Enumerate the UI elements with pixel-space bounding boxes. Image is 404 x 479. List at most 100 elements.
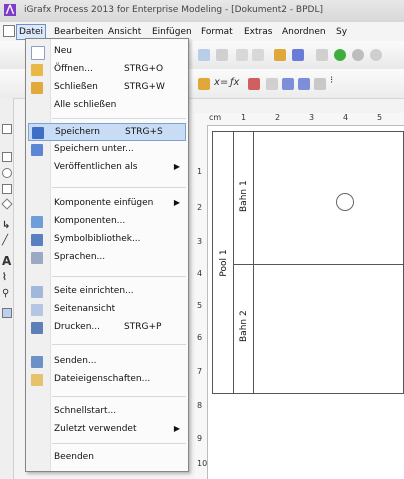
file-properties-icon	[31, 374, 43, 386]
menu-item-schnellstart[interactable]: Schnellstart...	[28, 403, 186, 421]
formula-icon[interactable]: x=	[214, 77, 228, 88]
diamond-tool-icon[interactable]	[1, 198, 13, 210]
menu-einfuegen[interactable]: Einfügen	[150, 25, 194, 39]
circle-outline-icon[interactable]	[370, 49, 382, 61]
rectangle-tool-icon[interactable]	[2, 184, 12, 194]
freeform-tool-icon[interactable]: ⌇	[2, 272, 7, 283]
menu-item-seitenansicht[interactable]: Seitenansicht	[28, 301, 186, 319]
menu-item-speichern-unter[interactable]: Speichern unter...	[28, 141, 186, 159]
menu-item-zuletzt-verwendet[interactable]: Zuletzt verwendet ▶	[28, 421, 186, 439]
menu-separator	[52, 443, 186, 444]
symbol-library-icon	[31, 234, 43, 246]
menu-item-senden[interactable]: Senden...	[28, 353, 186, 371]
function-icon[interactable]: ƒx	[230, 77, 239, 88]
submenu-arrow-icon: ▶	[173, 424, 180, 433]
vertical-ruler: 1 2 3 4 5 6 7 8 9 10	[195, 125, 208, 479]
ruler-label: 2	[197, 203, 203, 212]
brush-icon[interactable]	[216, 49, 228, 61]
menu-item-label: Alle schließen	[54, 100, 117, 110]
fill-icon[interactable]	[198, 78, 210, 90]
ruler-label: 10	[197, 459, 208, 468]
start-event-shape[interactable]	[336, 193, 354, 211]
ruler-label: 1	[241, 113, 247, 122]
page-icon[interactable]	[266, 78, 278, 90]
menu-item-label: Drucken...	[54, 322, 100, 332]
menu-item-symbolbibliothek[interactable]: Symbolbibliothek...	[28, 231, 186, 249]
menu-sy[interactable]: Sy	[334, 25, 349, 39]
menu-item-oeffnen[interactable]: Öffnen... STRG+O	[28, 61, 186, 79]
lane-header-column[interactable]	[234, 131, 254, 394]
filter-icon[interactable]	[248, 78, 260, 90]
ruler-label: 1	[197, 167, 203, 176]
menu-item-komponenten[interactable]: Komponenten...	[28, 213, 186, 231]
undo-icon[interactable]	[236, 49, 248, 61]
align-icon[interactable]	[314, 78, 326, 90]
pen-icon[interactable]	[292, 49, 304, 61]
circle-icon[interactable]	[352, 49, 364, 61]
pool-tool-icon[interactable]	[2, 308, 12, 318]
menu-separator	[52, 396, 186, 397]
submenu-arrow-icon: ▶	[173, 162, 180, 171]
menu-item-label: Seite einrichten...	[54, 286, 134, 296]
ruler-label: 7	[197, 367, 203, 376]
group-icon[interactable]	[282, 78, 294, 90]
menu-format[interactable]: Format	[199, 25, 235, 39]
menu-item-neu[interactable]: Neu	[28, 43, 186, 61]
add-icon[interactable]	[334, 49, 346, 61]
paste-icon[interactable]	[198, 49, 210, 61]
menu-bearbeiten[interactable]: Bearbeiten	[52, 25, 105, 39]
file-menu-dropdown: Neu Öffnen... STRG+O Schließen STRG+W Al…	[25, 38, 189, 472]
menu-anordnen[interactable]: Anordnen	[280, 25, 328, 39]
menu-extras[interactable]: Extras	[242, 25, 274, 39]
menu-item-label: Dateieigenschaften...	[54, 374, 151, 384]
menu-item-dateieigenschaften[interactable]: Dateieigenschaften...	[28, 371, 186, 389]
connector-tool-icon[interactable]: ↳	[2, 220, 10, 231]
menu-item-veroeffentlichen-als[interactable]: Veröffentlichen als ▶	[28, 159, 186, 177]
left-toolbox: ↳ ╱ A ⌇ ⚲	[0, 98, 14, 479]
ruler-label: 3	[197, 237, 203, 246]
table-icon[interactable]	[298, 78, 310, 90]
menu-item-alle-schliessen[interactable]: Alle schließen	[28, 97, 186, 115]
menu-item-seite-einrichten[interactable]: Seite einrichten...	[28, 283, 186, 301]
line-tool-icon[interactable]: ╱	[2, 235, 8, 246]
close-folder-icon	[31, 82, 43, 94]
ruler-label: 5	[197, 301, 203, 310]
components-icon	[31, 216, 43, 228]
menu-separator	[52, 344, 186, 345]
send-icon	[31, 356, 43, 368]
document-icon[interactable]	[3, 25, 15, 37]
menu-item-label: Speichern unter...	[54, 144, 134, 154]
menu-item-schliessen[interactable]: Schließen STRG+W	[28, 79, 186, 97]
dropdown-icon[interactable]: ⁝	[330, 75, 333, 86]
menu-separator	[52, 276, 186, 277]
page-setup-icon	[31, 286, 43, 298]
window-tool-icon[interactable]	[2, 152, 12, 162]
zoom-tool-icon[interactable]: ⚲	[2, 288, 9, 299]
text-tool-icon[interactable]: A	[2, 254, 11, 268]
connector-icon[interactable]	[316, 49, 328, 61]
menu-ansicht[interactable]: Ansicht	[106, 25, 143, 39]
menu-item-drucken[interactable]: Drucken... STRG+P	[28, 319, 186, 337]
menu-item-beenden[interactable]: Beenden	[28, 449, 186, 467]
ruler-label: 9	[197, 434, 203, 443]
shape-icon[interactable]	[274, 49, 286, 61]
title-bar: ⋀ iGrafx Process 2013 for Enterprise Mod…	[0, 0, 404, 23]
ruler-label: 3	[309, 113, 315, 122]
menu-item-shortcut: STRG+S	[125, 127, 163, 137]
ruler-label: 8	[197, 401, 203, 410]
ruler-label: 6	[197, 333, 203, 342]
menu-item-sprachen[interactable]: Sprachen...	[28, 249, 186, 267]
menu-item-label: Öffnen...	[54, 64, 93, 74]
menu-item-shortcut: STRG+P	[124, 322, 162, 332]
menu-item-label: Beenden	[54, 452, 94, 462]
menu-item-speichern[interactable]: Speichern STRG+S	[28, 123, 186, 141]
pointer-tool-icon[interactable]	[2, 124, 12, 134]
menu-item-shortcut: STRG+O	[124, 64, 164, 74]
ellipse-tool-icon[interactable]	[2, 168, 12, 178]
horizontal-ruler: cm 1 2 3 4 5	[195, 113, 404, 126]
menu-item-label: Symbolbibliothek...	[54, 234, 141, 244]
menu-item-label: Senden...	[54, 356, 97, 366]
ruler-label: 5	[377, 113, 383, 122]
redo-icon[interactable]	[252, 49, 264, 61]
menu-item-komponente-einfuegen[interactable]: Komponente einfügen ▶	[28, 195, 186, 213]
